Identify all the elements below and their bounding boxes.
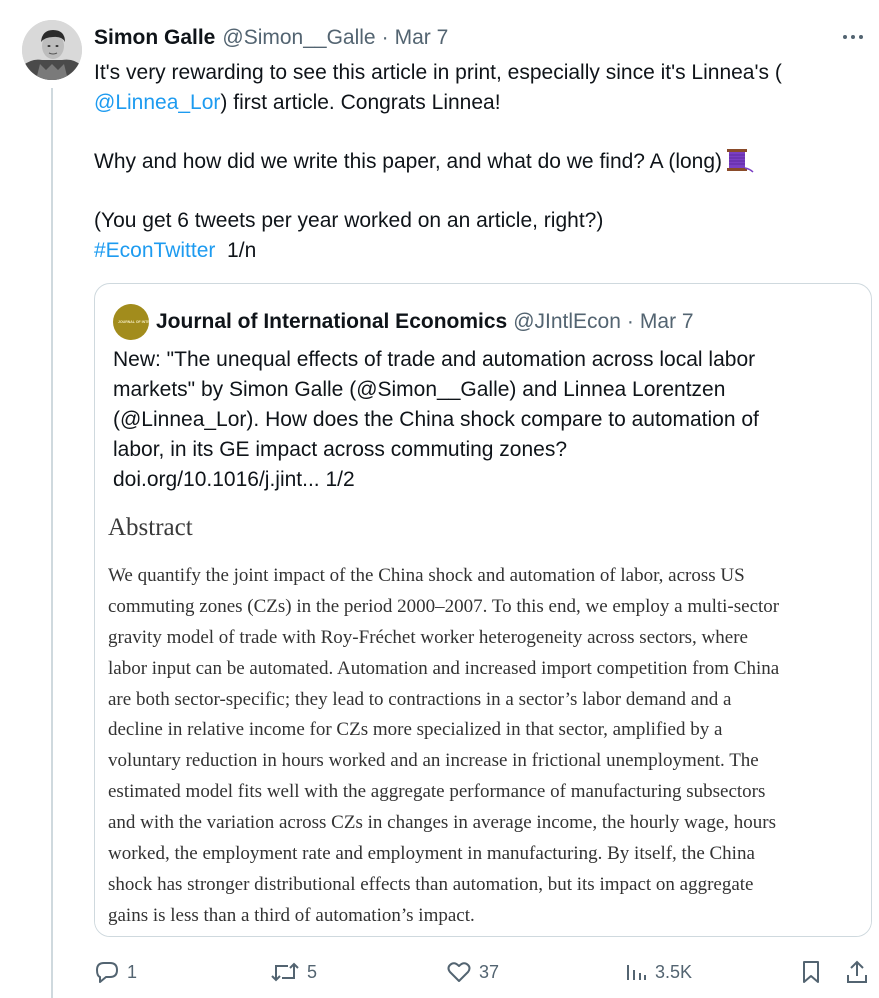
thread-spool-emoji-icon: [724, 147, 754, 182]
abstract-title: Abstract: [108, 514, 193, 541]
tweet-text-line: #EconTwitter 1/n: [94, 239, 257, 262]
journal-logo-text: JOURNAL OF INTERNATIONAL ECONOMICS: [118, 320, 149, 324]
abstract-line: estimated model fits well with the aggre…: [108, 781, 766, 803]
share-icon: [847, 960, 867, 983]
header-separator: ·: [381, 26, 389, 49]
avatar[interactable]: [22, 20, 82, 80]
retweet-count: 5: [307, 961, 318, 982]
reply-count: 1: [127, 961, 138, 982]
journal-avatar[interactable]: JOURNAL OF INTERNATIONAL ECONOMICS: [113, 304, 149, 340]
retweet-button[interactable]: 5: [270, 955, 317, 989]
retweet-icon: [271, 962, 299, 982]
author-handle[interactable]: @Simon__Galle: [222, 26, 375, 50]
more-dots-icon: [843, 35, 863, 39]
abstract-line: worked, the employment rate and employme…: [108, 843, 755, 865]
thread-connector-line: [51, 88, 53, 998]
abstract-line: and with the variation across CZs in cha…: [108, 812, 776, 834]
bookmark-button[interactable]: [800, 955, 822, 989]
more-options-button[interactable]: [837, 22, 869, 52]
tweet-text-line: @Linnea_Lor) first article. Congrats Lin…: [94, 91, 501, 114]
like-button[interactable]: 37: [446, 955, 499, 989]
abstract-line: gains is less than a third of automation…: [108, 904, 475, 926]
quoted-text-line: markets" by Simon Galle (@Simon__Galle) …: [113, 378, 726, 401]
tweet-action-bar: 1 5 37 3.5K: [0, 955, 879, 989]
quoted-author-handle[interactable]: @JIntlEcon: [513, 310, 621, 334]
abstract-line: decline in relative income for CZs more …: [108, 719, 723, 741]
author-name[interactable]: Simon Galle: [94, 26, 215, 50]
quoted-tweet-text: New: "The unequal effects of trade and a…: [113, 345, 843, 495]
abstract-image[interactable]: Abstract We quantify the joint impact of…: [95, 504, 871, 936]
abstract-line: We quantify the joint impact of the Chin…: [108, 565, 745, 586]
abstract-line: labor input can be automated. Automation…: [108, 657, 780, 679]
abstract-body: We quantify the joint impact of the Chin…: [108, 561, 779, 932]
abstract-line: are both sector-specific; they lead to c…: [108, 688, 732, 710]
views-count: 3.5K: [655, 961, 693, 982]
quoted-author-name[interactable]: Journal of International Economics: [156, 310, 507, 334]
abstract-line: gravity model of trade with Roy-Fréchet …: [108, 626, 748, 648]
views-chart-icon: [627, 965, 646, 980]
tweet-text: It's very rewarding to see this article …: [94, 58, 864, 266]
abstract-line: voluntary reduction in hours worked and …: [108, 750, 759, 772]
abstract-line: shock has stronger distributional effect…: [108, 873, 754, 895]
heart-icon: [447, 962, 471, 982]
quoted-text-line: doi.org/10.1016/j.jint... 1/2: [113, 468, 355, 491]
quoted-text-line: labor, in its GE impact across commuting…: [113, 438, 568, 461]
views-button[interactable]: 3.5K: [624, 955, 692, 989]
tweet-text-line: It's very rewarding to see this article …: [94, 61, 782, 84]
quoted-text-line: (@Linnea_Lor). How does the China shock …: [113, 408, 759, 431]
tweet-header: Simon Galle @Simon__Galle · Mar 7: [94, 24, 448, 52]
tweet-text-line: (You get 6 tweets per year worked on an …: [94, 209, 604, 232]
reply-icon: [96, 962, 118, 983]
reply-button[interactable]: 1: [94, 955, 137, 989]
tweet-text-line: Why and how did we write this paper, and…: [94, 147, 864, 177]
share-button[interactable]: [845, 955, 869, 989]
mention-link[interactable]: @Linnea_Lor: [94, 91, 220, 114]
abstract-line: commuting zones (CZs) in the period 2000…: [108, 595, 780, 617]
quoted-text-line: New: "The unequal effects of trade and a…: [113, 348, 756, 371]
hashtag-link[interactable]: #EconTwitter: [94, 239, 215, 262]
quoted-tweet-card[interactable]: JOURNAL OF INTERNATIONAL ECONOMICS Journ…: [94, 283, 872, 937]
author-photo-icon: [22, 20, 82, 80]
quoted-header-separator: ·: [626, 310, 634, 333]
tweet-date[interactable]: Mar 7: [395, 26, 449, 50]
quoted-tweet-header: JOURNAL OF INTERNATIONAL ECONOMICS Journ…: [113, 304, 694, 340]
like-count: 37: [479, 961, 500, 982]
bookmark-icon: [803, 961, 819, 983]
quoted-tweet-date[interactable]: Mar 7: [640, 310, 694, 334]
